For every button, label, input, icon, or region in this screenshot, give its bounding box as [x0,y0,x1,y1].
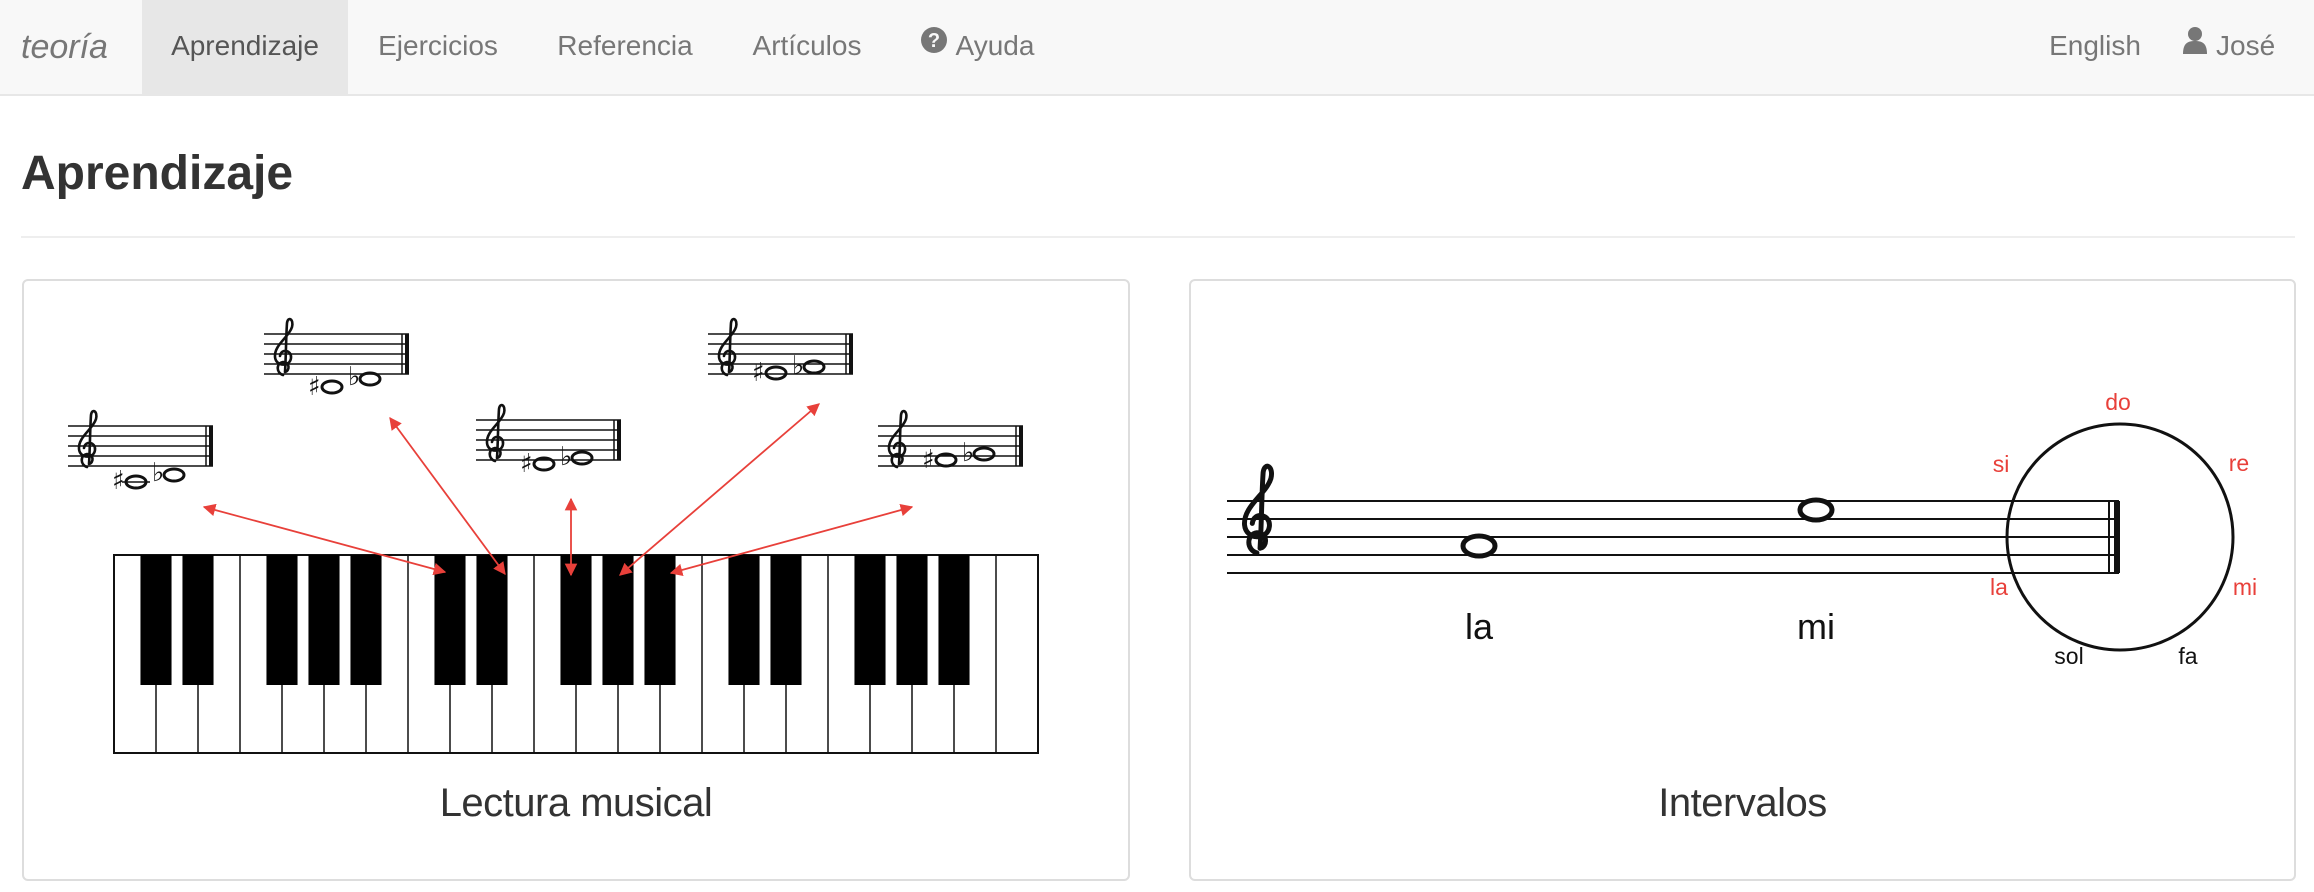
brand-logo[interactable]: teoría [21,0,108,96]
circle-label-sol: sol [2054,643,2083,669]
black-key [728,555,760,685]
black-key [182,555,214,685]
card-lectura-musical[interactable]: ♯ ♭ ♯ ♭ ♯ ♭ ♯ ♭ ♯ ♭ Lectura musical [22,279,1130,881]
nav-articulos-label: Artículos [752,30,862,61]
note-mi [1797,497,1835,523]
question-circle-icon: ? [920,0,948,91]
svg-text:♯: ♯ [112,466,125,496]
circle-label-re: re [2229,450,2249,476]
staff-d: ♯ ♭ [708,317,853,388]
black-key [644,555,676,685]
black-key [350,555,382,685]
language-label: English [2049,30,2141,61]
black-key [308,555,340,685]
language-selector[interactable]: English [2028,0,2162,94]
black-key [560,555,592,685]
staff-a: ♯ ♭ [68,409,213,496]
card-intervalos[interactable]: la mi do re mi fa sol la si Intervalos [1189,279,2296,881]
note-la [1460,533,1498,559]
svg-text:?: ? [927,30,939,52]
nav-ayuda-label: Ayuda [955,30,1035,61]
black-key [854,555,886,685]
svg-text:♯: ♯ [752,358,765,388]
black-key [896,555,928,685]
black-key [476,555,508,685]
svg-text:♭: ♭ [152,458,164,488]
card-caption-lectura: Lectura musical [439,781,713,825]
nav-aprendizaje-label: Aprendizaje [171,30,319,61]
treble-clef-icon [1242,463,1274,556]
svg-text:♯: ♯ [520,449,533,479]
staff-b: ♯ ♭ [264,317,409,402]
svg-text:♭: ♭ [792,351,804,381]
black-key [938,555,970,685]
staff-e: ♯ ♭ [878,409,1023,475]
card-caption-intervalos: Intervalos [1658,781,1827,825]
black-key [266,555,298,685]
svg-text:♭: ♭ [962,438,974,468]
circle-label-fa: fa [2178,643,2197,669]
circle-label-si: si [1993,451,2010,477]
circle-label-mi: mi [2233,574,2257,600]
svg-text:♯: ♯ [922,445,935,475]
svg-text:♯: ♯ [308,372,321,402]
nav-ayuda[interactable]: ? Ayuda [892,0,1062,94]
black-key [602,555,634,685]
note-label-la: la [1465,606,1494,647]
nav-ejercicios[interactable]: Ejercicios [348,0,528,94]
nav-ejercicios-label: Ejercicios [378,30,498,61]
header-divider [21,236,2295,238]
user-menu[interactable]: José [2182,0,2304,94]
nav-referencia[interactable]: Referencia [528,0,722,94]
note-label-mi: mi [1797,606,1835,647]
interval-staff [1227,500,2119,574]
black-key [770,555,802,685]
top-navbar: teoría Aprendizaje Ejercicios Referencia… [0,0,2314,96]
nav-articulos[interactable]: Artículos [722,0,892,94]
nav-aprendizaje[interactable]: Aprendizaje [142,0,348,94]
black-key [140,555,172,685]
staff-c: ♯ ♭ [476,403,621,479]
circle-label-do: do [2105,389,2131,415]
black-key [434,555,466,685]
page-title: Aprendizaje [21,147,294,200]
piano-keyboard [113,554,1039,754]
svg-text:♭: ♭ [348,362,360,392]
user-icon [2182,0,2208,91]
nav-referencia-label: Referencia [557,30,693,61]
circle-label-la: la [1990,574,2008,600]
svg-text:♭: ♭ [560,442,572,472]
user-name: José [2216,30,2276,61]
